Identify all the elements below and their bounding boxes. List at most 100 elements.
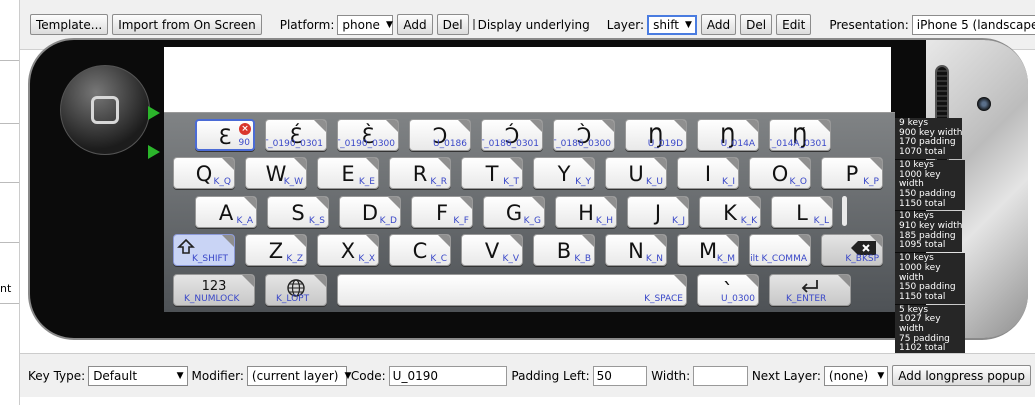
- key-k-lopt[interactable]: K_LOPT: [265, 274, 327, 306]
- row-stats-line: 1000 key width: [899, 262, 941, 283]
- row-stats-line: 1150 total: [899, 291, 946, 302]
- layer-select[interactable]: shift ▼: [647, 14, 697, 35]
- key-code-label: K_U: [646, 177, 663, 187]
- key-code-label: K_E: [358, 177, 375, 187]
- key-type-select[interactable]: Default ▼: [88, 365, 188, 386]
- key-properties-toolbar: Key Type: Default ▼ Modifier: (current la…: [20, 353, 1035, 397]
- layer-edit-button[interactable]: Edit: [776, 14, 812, 35]
- key-k-d[interactable]: D K_D: [339, 196, 401, 228]
- key-code-label: K_Y: [575, 177, 591, 187]
- width-input[interactable]: [693, 365, 748, 386]
- key-code-label: T_014A_0301: [769, 139, 827, 149]
- key-code-label: K_M: [716, 254, 735, 264]
- key-k-y[interactable]: Y K_Y: [533, 157, 595, 189]
- key-k-b[interactable]: B K_B: [533, 234, 595, 266]
- key-u-014a[interactable]: Ŋ U_014A: [697, 119, 759, 151]
- key-code-label: K_B: [574, 254, 591, 264]
- key-k-space[interactable]: K_SPACE: [337, 274, 687, 306]
- row-stats-panel: 9 keys 900 key width 170 padding 1070 total…: [895, 118, 965, 356]
- key-k-a[interactable]: A K_A: [195, 196, 257, 228]
- key-k-u[interactable]: U K_U: [605, 157, 667, 189]
- chevron-down-icon: ▼: [877, 370, 885, 381]
- key-k-g[interactable]: G K_G: [483, 196, 545, 228]
- key-k-v[interactable]: V K_V: [461, 234, 523, 266]
- presentation-select[interactable]: iPhone 5 (landscape)▼: [911, 14, 1035, 35]
- layer-add-button[interactable]: Add: [700, 14, 737, 35]
- key-90[interactable]: Ɛ 90 ×: [195, 119, 255, 151]
- key-k-x[interactable]: X K_X: [317, 234, 379, 266]
- home-square-icon: [91, 96, 119, 124]
- key-code-label: U_019D: [647, 139, 683, 149]
- key-t-0186-0301[interactable]: Ɔ́ T_0186_0301: [481, 119, 543, 151]
- key-t-0190-0300[interactable]: Ɛ̀ T_0190_0300: [337, 119, 399, 151]
- divider: [0, 60, 19, 61]
- key-k-l[interactable]: L K_L: [771, 196, 833, 228]
- key-k-e[interactable]: E K_E: [317, 157, 379, 189]
- key-k-n[interactable]: N K_N: [605, 234, 667, 266]
- key-k-t[interactable]: T K_T: [461, 157, 523, 189]
- camera-icon: [977, 97, 991, 111]
- key-u-0186[interactable]: Ɔ U_0186: [409, 119, 471, 151]
- key-k-shift[interactable]: K_SHIFT: [173, 234, 235, 266]
- chevron-down-icon: ▼: [176, 370, 184, 381]
- key-ilt-k-comma[interactable]: ilt K_COMMA: [749, 234, 811, 266]
- layer-del-button[interactable]: Del: [740, 14, 773, 35]
- key-code-label: K_K: [740, 216, 757, 226]
- key-k-m[interactable]: M K_M: [677, 234, 739, 266]
- key-k-s[interactable]: S K_S: [267, 196, 329, 228]
- key-code-label: K_W: [283, 177, 303, 187]
- row-stats-line: 1027 key width: [899, 314, 941, 335]
- key-code-label: K_SPACE: [644, 294, 683, 304]
- key-k-w[interactable]: W K_W: [245, 157, 307, 189]
- import-from-on-screen-button[interactable]: Import from On Screen: [112, 14, 262, 35]
- add-row-arrow-icon[interactable]: [148, 106, 160, 120]
- display-underlying-label: Display underlying: [477, 17, 590, 32]
- chevron-down-icon: ▼: [385, 19, 393, 30]
- key-k-q[interactable]: Q K_Q: [173, 157, 235, 189]
- key-k-o[interactable]: O K_O: [749, 157, 811, 189]
- platform-select[interactable]: phone ▼: [337, 14, 394, 35]
- modifier-value: (current layer): [251, 368, 339, 383]
- add-longpress-popup-button[interactable]: Add longpress popup: [892, 365, 1031, 386]
- key-k-numlock[interactable]: 123 K_NUMLOCK: [173, 274, 255, 306]
- key-code-label: K_S: [308, 216, 325, 226]
- next-layer-select[interactable]: (none) ▼: [823, 365, 889, 386]
- divider: [0, 242, 19, 243]
- key-k-bksp[interactable]: K_BKSP: [821, 234, 883, 266]
- row-stats-block: 10 keys 910 key width 185 padding 1095 tota…: [895, 211, 963, 253]
- key-k-enter[interactable]: K_ENTER: [769, 274, 851, 306]
- key-u-0300[interactable]: ` U_0300: [697, 274, 759, 306]
- code-input[interactable]: U_0190: [388, 365, 508, 386]
- key-k-z[interactable]: Z K_Z: [245, 234, 307, 266]
- platform-add-button[interactable]: Add: [397, 14, 433, 35]
- template-button[interactable]: Template...: [30, 14, 109, 35]
- key-code-label: K_C: [430, 254, 447, 264]
- width-label: Width:: [651, 368, 691, 383]
- key-t-0186-0300[interactable]: Ɔ̀ T_0186_0300: [553, 119, 615, 151]
- key-code-label: K_Z: [286, 254, 303, 264]
- key-code-label: T_0190_0300: [337, 139, 395, 149]
- key-u-019d[interactable]: Ŋ U_019D: [625, 119, 687, 151]
- key-k-r[interactable]: R K_R: [389, 157, 451, 189]
- delete-key-icon[interactable]: ×: [239, 123, 251, 135]
- keyboard-scroll-handle[interactable]: [842, 196, 847, 226]
- key-t-014a-0301[interactable]: Ŋ́ T_014A_0301: [769, 119, 831, 151]
- platform-del-button[interactable]: Del: [436, 14, 469, 35]
- longpress-corner-icon: [798, 235, 810, 247]
- display-underlying-checkbox[interactable]: [472, 19, 475, 30]
- key-k-c[interactable]: C K_C: [389, 234, 451, 266]
- presentation-value: iPhone 5 (landscape): [916, 17, 1035, 32]
- key-k-h[interactable]: H K_H: [555, 196, 617, 228]
- key-k-f[interactable]: F K_F: [411, 196, 473, 228]
- next-layer-value: (none): [828, 368, 869, 383]
- key-k-p[interactable]: P K_P: [821, 157, 883, 189]
- key-t-0190-0301[interactable]: Ɛ́ T_0190_0301: [265, 119, 327, 151]
- key-k-i[interactable]: I K_I: [677, 157, 739, 189]
- key-k-j[interactable]: J K_J: [627, 196, 689, 228]
- add-row-arrow-icon[interactable]: [148, 145, 160, 159]
- key-code-label: K_T: [503, 177, 519, 187]
- row-stats-line: 1070 total: [899, 147, 946, 158]
- padding-left-input[interactable]: 50: [592, 365, 648, 386]
- key-k-k[interactable]: K K_K: [699, 196, 761, 228]
- modifier-select[interactable]: (current layer) ▼: [246, 365, 351, 386]
